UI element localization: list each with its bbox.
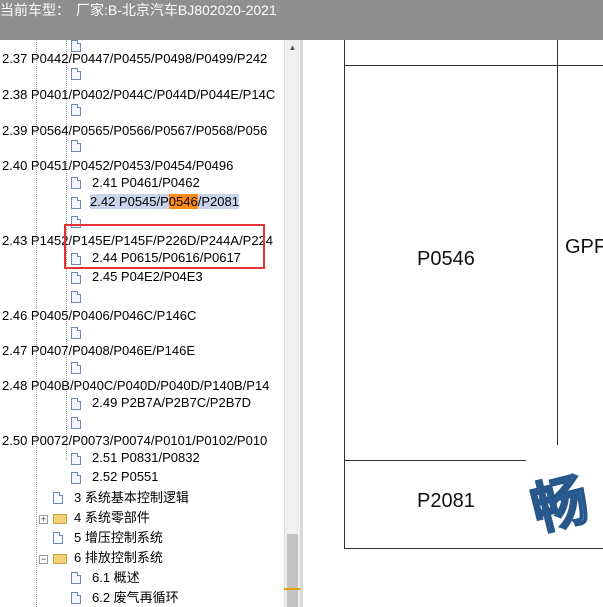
scroll-thumb[interactable] — [287, 534, 298, 607]
tree-item-label: 6.2 废气再循环 — [92, 590, 179, 605]
document-icon — [53, 532, 63, 544]
tree-item-label: 6 排放控制系统 — [74, 550, 163, 565]
document-content: P0546 P2081 GPF 畅 — [303, 40, 603, 607]
tree-item-2-45[interactable]: 2.45 P04E2/P04E3 — [92, 268, 203, 286]
tree-item-label: 2.49 P2B7A/P2B7C/P2B7D — [92, 395, 251, 410]
tree-item-chapter-6[interactable]: 6 排放控制系统 — [74, 549, 163, 567]
tree-item-label: 2.51 P0831/P0832 — [92, 450, 200, 465]
tree-item-2-42-selected[interactable]: 2.42 P0545/P0546/P2081 — [90, 193, 239, 211]
tree-item-2-51[interactable]: 2.51 P0831/P0832 — [92, 449, 200, 467]
tree-item-2-47[interactable]: 2.47 P0407/P0408/P046E/P146E — [2, 342, 195, 360]
document-icon — [71, 291, 81, 303]
title-label: 当前车型： — [0, 2, 70, 18]
tree-item-2-48[interactable]: 2.48 P040B/P040C/P040D/P040D/P140B/P14 — [2, 377, 269, 395]
tree-item-label: 2.47 P0407/P0408/P046E/P146E — [2, 343, 195, 358]
table-border — [344, 460, 526, 461]
document-icon — [71, 362, 81, 374]
tree-item-label: 2.50 P0072/P0073/P0074/P0101/P0102/P010 — [2, 433, 268, 448]
folder-icon — [53, 514, 67, 524]
tree-item-2-46[interactable]: 2.46 P0405/P0406/P046C/P146C — [2, 307, 196, 325]
document-icon — [71, 140, 81, 152]
selection-highlight-box — [64, 224, 265, 269]
collapse-icon[interactable]: − — [39, 555, 48, 564]
document-icon — [71, 417, 81, 429]
table-border — [344, 65, 603, 66]
title-bar: 当前车型： 厂家:B-北京汽车BJ802020-2021 — [0, 0, 603, 40]
selected-label-prefix: 2.42 P0545/P — [90, 194, 169, 209]
document-icon — [71, 592, 81, 604]
tree-item-label: 2.40 P0451/P0452/P0453/P0454/P0496 — [2, 158, 234, 173]
tree-item-label: 2.46 P0405/P0406/P046C/P146C — [2, 308, 197, 323]
document-icon — [71, 472, 81, 484]
document-icon — [71, 398, 81, 410]
document-icon — [71, 68, 81, 80]
selected-label-suffix: /P2081 — [197, 194, 239, 209]
document-icon — [71, 197, 81, 209]
vehicle-model: 厂家:B-北京汽车BJ802020-2021 — [76, 2, 277, 18]
expand-icon[interactable]: + — [39, 515, 48, 524]
folder-open-icon — [53, 554, 67, 564]
tree-item-chapter-5[interactable]: 5 增压控制系统 — [74, 529, 163, 547]
tree-item-label: 2.39 P0564/P0565/P0566/P0567/P0568/P056 — [2, 123, 268, 138]
tree-item-chapter-4[interactable]: 4 系统零部件 — [74, 509, 150, 527]
table-border — [557, 40, 558, 445]
tree-item-2-37[interactable]: 2.37 P0442/P0447/P0455/P0498/P0499/P242 — [2, 50, 267, 68]
tree-item-label: 4 系统零部件 — [74, 510, 150, 525]
tree-item-label: 2.52 P0551 — [92, 469, 159, 484]
table-cell-description: GPF — [565, 236, 603, 258]
table-border — [344, 40, 345, 549]
document-icon — [71, 572, 81, 584]
document-icon — [53, 492, 63, 504]
tree-item-2-38[interactable]: 2.38 P0401/P0402/P044C/P044D/P044E/P14C — [2, 86, 275, 104]
document-icon — [71, 327, 81, 339]
tree-scrollbar[interactable]: ▲ — [284, 40, 300, 607]
tree-item-2-49[interactable]: 2.49 P2B7A/P2B7C/P2B7D — [92, 394, 251, 412]
tree-item-2-40[interactable]: 2.40 P0451/P0452/P0453/P0454/P0496 — [2, 157, 233, 175]
scroll-up-arrow-icon[interactable]: ▲ — [287, 42, 298, 54]
tree-item-6-1[interactable]: 6.1 概述 — [92, 569, 140, 587]
document-icon — [71, 104, 81, 116]
document-icon — [71, 272, 81, 284]
tree-item-label: 6.1 概述 — [92, 570, 140, 585]
tree-item-label: 2.41 P0461/P0462 — [92, 175, 200, 190]
tree-item-2-52[interactable]: 2.52 P0551 — [92, 468, 159, 486]
document-icon — [71, 453, 81, 465]
document-icon — [71, 177, 81, 189]
tree-item-6-2[interactable]: 6.2 废气再循环 — [92, 589, 179, 607]
watermark-logo: 畅 — [524, 466, 596, 543]
tree-item-label: 5 增压控制系统 — [74, 530, 163, 545]
table-cell-dtc: P2081 — [417, 490, 475, 512]
search-highlight: 0546 — [168, 194, 198, 209]
tree-item-2-41[interactable]: 2.41 P0461/P0462 — [92, 174, 200, 192]
tree-item-2-50[interactable]: 2.50 P0072/P0073/P0074/P0101/P0102/P010 — [2, 432, 267, 450]
tree-item-label: 2.48 P040B/P040C/P040D/P040D/P140B/P14 — [2, 378, 270, 393]
tree-item-2-39[interactable]: 2.39 P0564/P0565/P0566/P0567/P0568/P056 — [2, 122, 267, 140]
tree-item-label: 3 系统基本控制逻辑 — [74, 490, 189, 505]
scroll-position-marker — [284, 588, 300, 590]
tree-item-label: 2.37 P0442/P0447/P0455/P0498/P0499/P242 — [2, 51, 268, 66]
tree-item-label: 2.38 P0401/P0402/P044C/P044D/P044E/P14C — [2, 87, 276, 102]
table-cell-dtc: P0546 — [417, 248, 475, 270]
table-border — [344, 548, 603, 549]
tree-item-chapter-3[interactable]: 3 系统基本控制逻辑 — [74, 489, 189, 507]
tree-item-label: 2.45 P04E2/P04E3 — [92, 269, 203, 284]
tree-panel: 2.37 P0442/P0447/P0455/P0498/P0499/P242 … — [0, 40, 284, 607]
